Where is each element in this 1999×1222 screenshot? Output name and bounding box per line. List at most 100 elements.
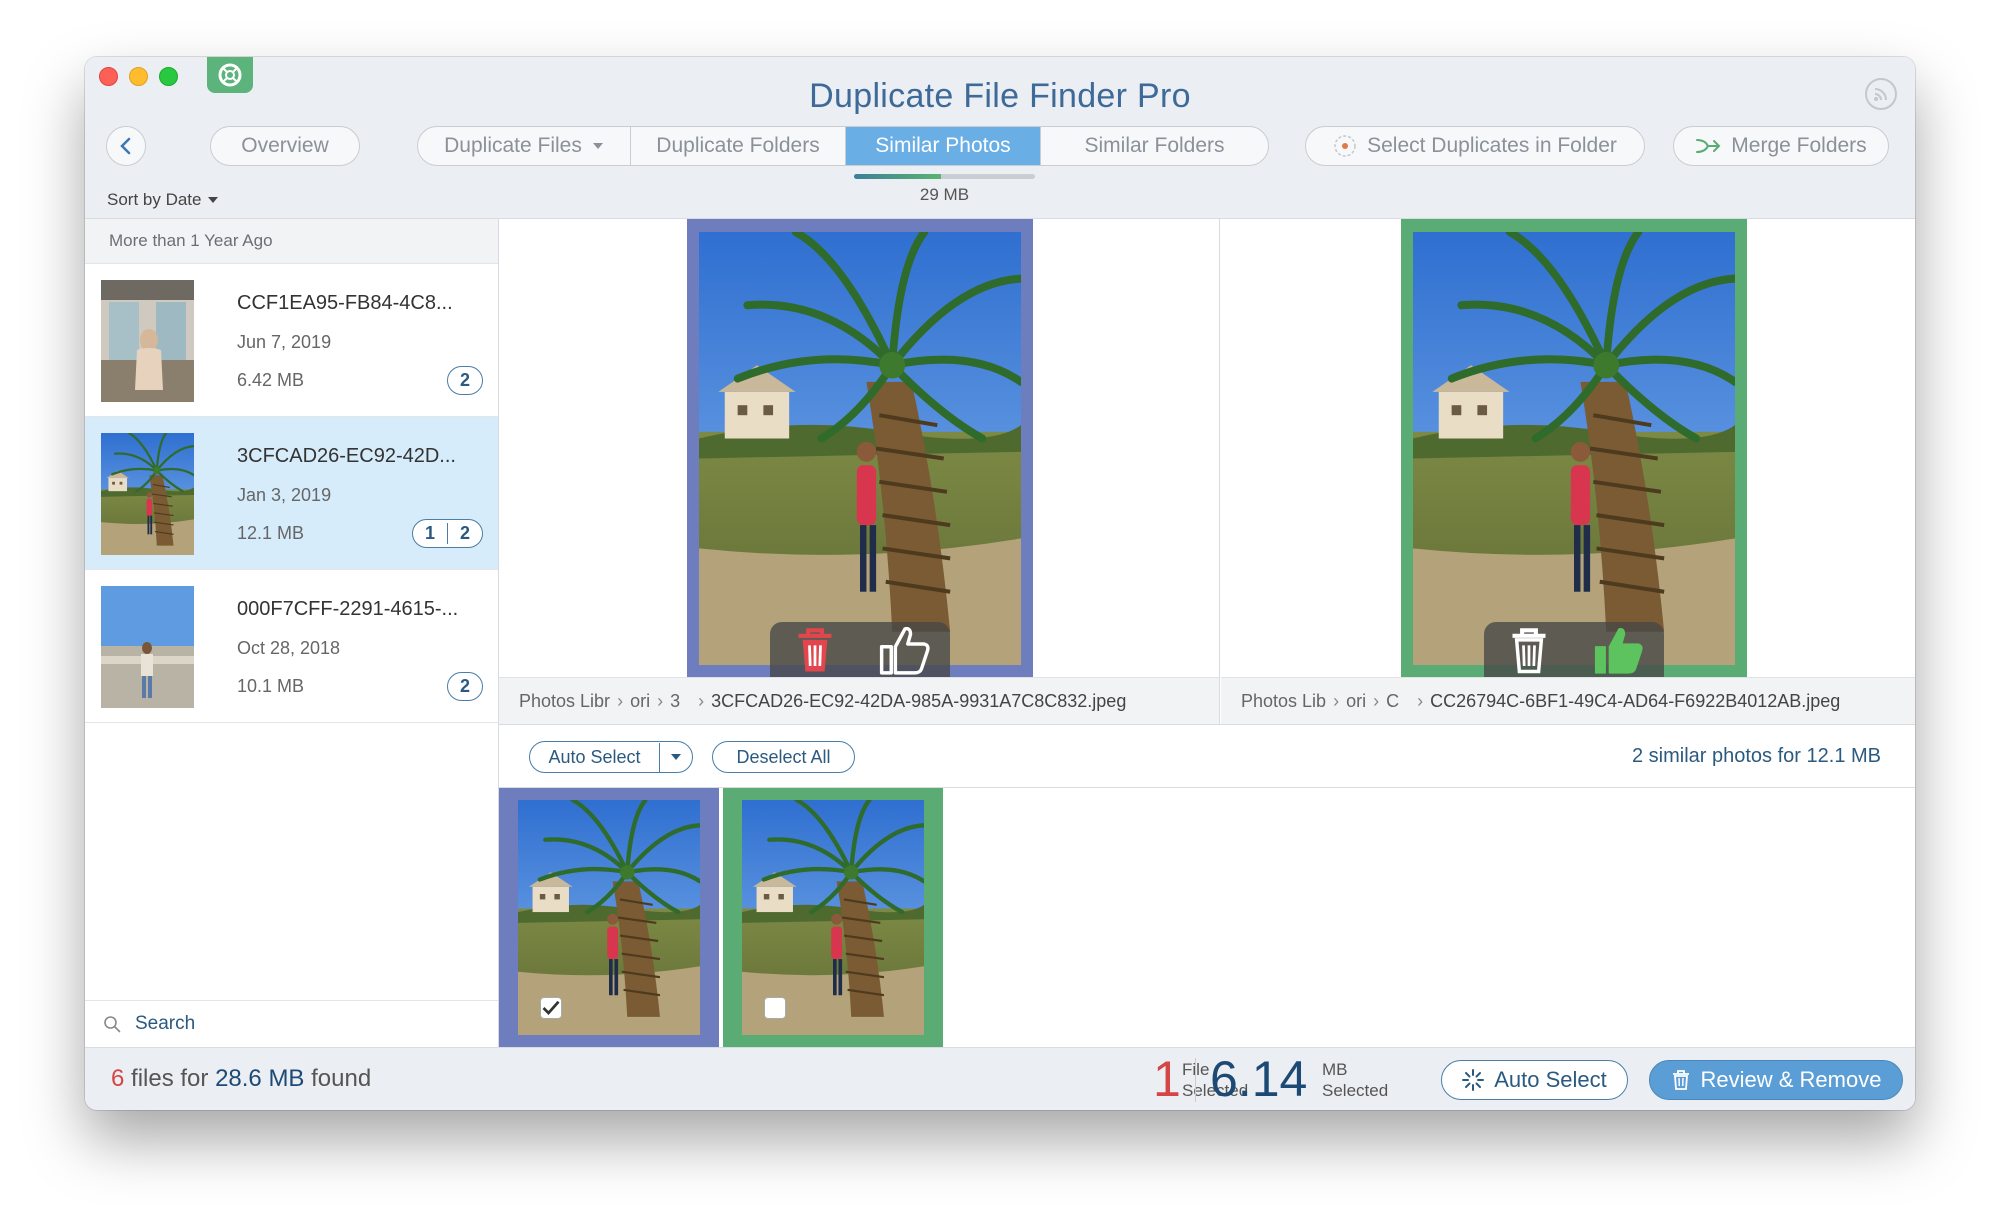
toolbar: Duplicate File Finder Pro Overview Dupli… bbox=[85, 57, 1915, 219]
preview-photo-right[interactable] bbox=[1401, 219, 1747, 677]
file-name: CCF1EA95-FB84-4C8... bbox=[237, 292, 453, 314]
count-badge: 2 bbox=[446, 366, 483, 395]
photo-thumbnail bbox=[101, 280, 194, 402]
auto-select-split-button[interactable]: Auto Select bbox=[529, 741, 693, 773]
overview-button[interactable]: Overview bbox=[210, 126, 360, 166]
thumbs-up-icon[interactable] bbox=[860, 622, 950, 677]
target-icon bbox=[1334, 135, 1356, 157]
search-icon bbox=[104, 1016, 121, 1033]
merge-folders-button[interactable]: Merge Folders bbox=[1673, 126, 1889, 166]
compare-pane-left: Photos Libr › ori › 3 › 3CFCAD26-EC92-42… bbox=[499, 219, 1220, 724]
count-badge: 1 2 bbox=[411, 519, 483, 548]
photo-thumbnail bbox=[101, 433, 194, 555]
sidebar: More than 1 Year Ago CCF1EA95-FB84-4C8..… bbox=[85, 219, 499, 1047]
compare-pane-right: Photos Lib › ori › C › CC26794C-6BF1-49C… bbox=[1221, 219, 1915, 724]
selected-file-count: 1 bbox=[1153, 1051, 1181, 1107]
trash-icon bbox=[1672, 1070, 1689, 1090]
view-tabs: Duplicate Files Duplicate Folders Simila… bbox=[417, 126, 1269, 166]
tab-duplicate-folders[interactable]: Duplicate Folders bbox=[631, 127, 846, 165]
auto-select-dropdown[interactable] bbox=[660, 753, 692, 761]
similar-thumbnail[interactable] bbox=[499, 788, 719, 1047]
file-size: 10.1 MB bbox=[237, 676, 305, 696]
sort-by-date-dropdown[interactable]: Sort by Date bbox=[107, 190, 219, 210]
window-title: Duplicate File Finder Pro bbox=[809, 77, 1191, 115]
found-text: found bbox=[311, 1065, 372, 1092]
count-badge-value: 1 bbox=[424, 523, 435, 543]
select-checkbox[interactable] bbox=[540, 997, 562, 1019]
photo-thumbnail bbox=[101, 586, 194, 708]
back-button[interactable] bbox=[106, 126, 146, 166]
tab-similar-folders[interactable]: Similar Folders bbox=[1041, 127, 1268, 165]
divider bbox=[1195, 1058, 1196, 1102]
count-badge: 2 bbox=[446, 672, 483, 701]
file-date: Jun 7, 2019 bbox=[237, 332, 332, 352]
count-badge-value: 2 bbox=[446, 523, 482, 544]
search-input[interactable]: Search bbox=[85, 1000, 498, 1047]
scan-results-summary: 6 files for 28.6 MB found bbox=[111, 1065, 371, 1093]
photo-actions bbox=[1484, 622, 1664, 677]
path-segment: ori bbox=[1346, 690, 1367, 711]
file-name: CC26794C-6BF1-49C4-AD64-F6922B4012AB.jpe… bbox=[1430, 690, 1841, 711]
status-footer: 6 files for 28.6 MB found 1 File Selecte… bbox=[85, 1047, 1915, 1110]
path-segment: 3 bbox=[670, 690, 681, 711]
tab-similar-photos[interactable]: Similar Photos bbox=[846, 127, 1041, 165]
select-checkbox[interactable] bbox=[764, 997, 786, 1019]
preview-photo-left[interactable] bbox=[687, 219, 1033, 677]
review-and-remove-button[interactable]: Review & Remove bbox=[1649, 1060, 1903, 1100]
caret-down-icon bbox=[671, 753, 681, 760]
count-badge-value: 2 bbox=[459, 370, 470, 390]
group-header: More than 1 Year Ago bbox=[85, 219, 498, 264]
app-window: Duplicate File Finder Pro Overview Dupli… bbox=[85, 57, 1915, 1110]
caret-down-icon bbox=[592, 143, 603, 149]
sort-label: Sort by Date bbox=[107, 190, 202, 209]
similar-thumbnail[interactable] bbox=[723, 788, 943, 1047]
count-badge-value: 2 bbox=[459, 676, 470, 696]
scan-progress-bar bbox=[854, 174, 1035, 179]
chevron-left-icon bbox=[120, 137, 131, 155]
list-item[interactable]: 000F7CFF-2291-4615-... Oct 28, 2018 10.1… bbox=[85, 570, 498, 723]
trash-icon[interactable] bbox=[1484, 622, 1574, 677]
path-segment: C bbox=[1386, 690, 1400, 711]
file-size: 6.42 MB bbox=[237, 370, 305, 390]
rss-icon[interactable] bbox=[1865, 78, 1897, 110]
files-count: 6 bbox=[111, 1065, 125, 1092]
label-line: Selected bbox=[1322, 1081, 1389, 1100]
total-size: 28.6 MB bbox=[215, 1065, 305, 1092]
scan-progress-fill bbox=[854, 174, 941, 179]
file-path-right[interactable]: Photos Lib › ori › C › CC26794C-6BF1-49C… bbox=[1221, 677, 1915, 724]
main-panel: Photos Libr › ori › 3 › 3CFCAD26-EC92-42… bbox=[499, 219, 1915, 1047]
path-segment: Photos Lib bbox=[1241, 690, 1327, 711]
list-item[interactable]: CCF1EA95-FB84-4C8... Jun 7, 2019 6.42 MB… bbox=[85, 264, 498, 417]
checkmark-icon bbox=[542, 1000, 560, 1016]
file-name: 3CFCAD26-EC92-42DA-985A-9931A7C8C832.jpe… bbox=[711, 690, 1127, 711]
file-path-left[interactable]: Photos Libr › ori › 3 › 3CFCAD26-EC92-42… bbox=[499, 677, 1219, 724]
selected-size-label: MB Selected bbox=[1322, 1059, 1388, 1101]
merge-arrow-icon bbox=[1696, 139, 1721, 153]
auto-select-button[interactable]: Auto Select bbox=[530, 742, 660, 772]
thumbs-up-icon[interactable] bbox=[1574, 622, 1664, 677]
file-date: Jan 3, 2019 bbox=[237, 485, 332, 505]
list-item[interactable]: 3CFCAD26-EC92-42D... Jan 3, 2019 12.1 MB… bbox=[85, 417, 498, 570]
scan-size-label: 29 MB bbox=[919, 185, 970, 204]
file-name: 000F7CFF-2291-4615-... bbox=[237, 598, 459, 620]
deselect-all-button[interactable]: Deselect All bbox=[712, 741, 855, 773]
file-size: 12.1 MB bbox=[237, 523, 305, 543]
select-duplicates-in-folder-button[interactable]: Select Duplicates in Folder bbox=[1305, 126, 1645, 166]
select-duplicates-label: Select Duplicates in Folder bbox=[1367, 134, 1617, 157]
auto-select-footer-button[interactable]: Auto Select bbox=[1441, 1060, 1628, 1100]
merge-folders-label: Merge Folders bbox=[1731, 134, 1867, 157]
trash-icon[interactable] bbox=[770, 622, 860, 677]
label-line: MB bbox=[1322, 1060, 1348, 1079]
caret-down-icon bbox=[208, 197, 219, 204]
selected-size: 6.14 bbox=[1210, 1051, 1308, 1107]
path-segment: ori bbox=[630, 690, 651, 711]
tab-label: Duplicate Files bbox=[444, 134, 582, 157]
files-text: files for bbox=[131, 1065, 209, 1092]
similar-thumbnails bbox=[499, 788, 1915, 1047]
tab-duplicate-files[interactable]: Duplicate Files bbox=[418, 127, 631, 165]
selection-controls: Auto Select Deselect All 2 similar photo… bbox=[499, 724, 1915, 788]
sparkle-icon bbox=[1462, 1069, 1485, 1091]
photo-actions bbox=[770, 622, 950, 677]
path-segment: Photos Libr bbox=[519, 690, 611, 711]
file-name: 3CFCAD26-EC92-42D... bbox=[237, 445, 456, 467]
